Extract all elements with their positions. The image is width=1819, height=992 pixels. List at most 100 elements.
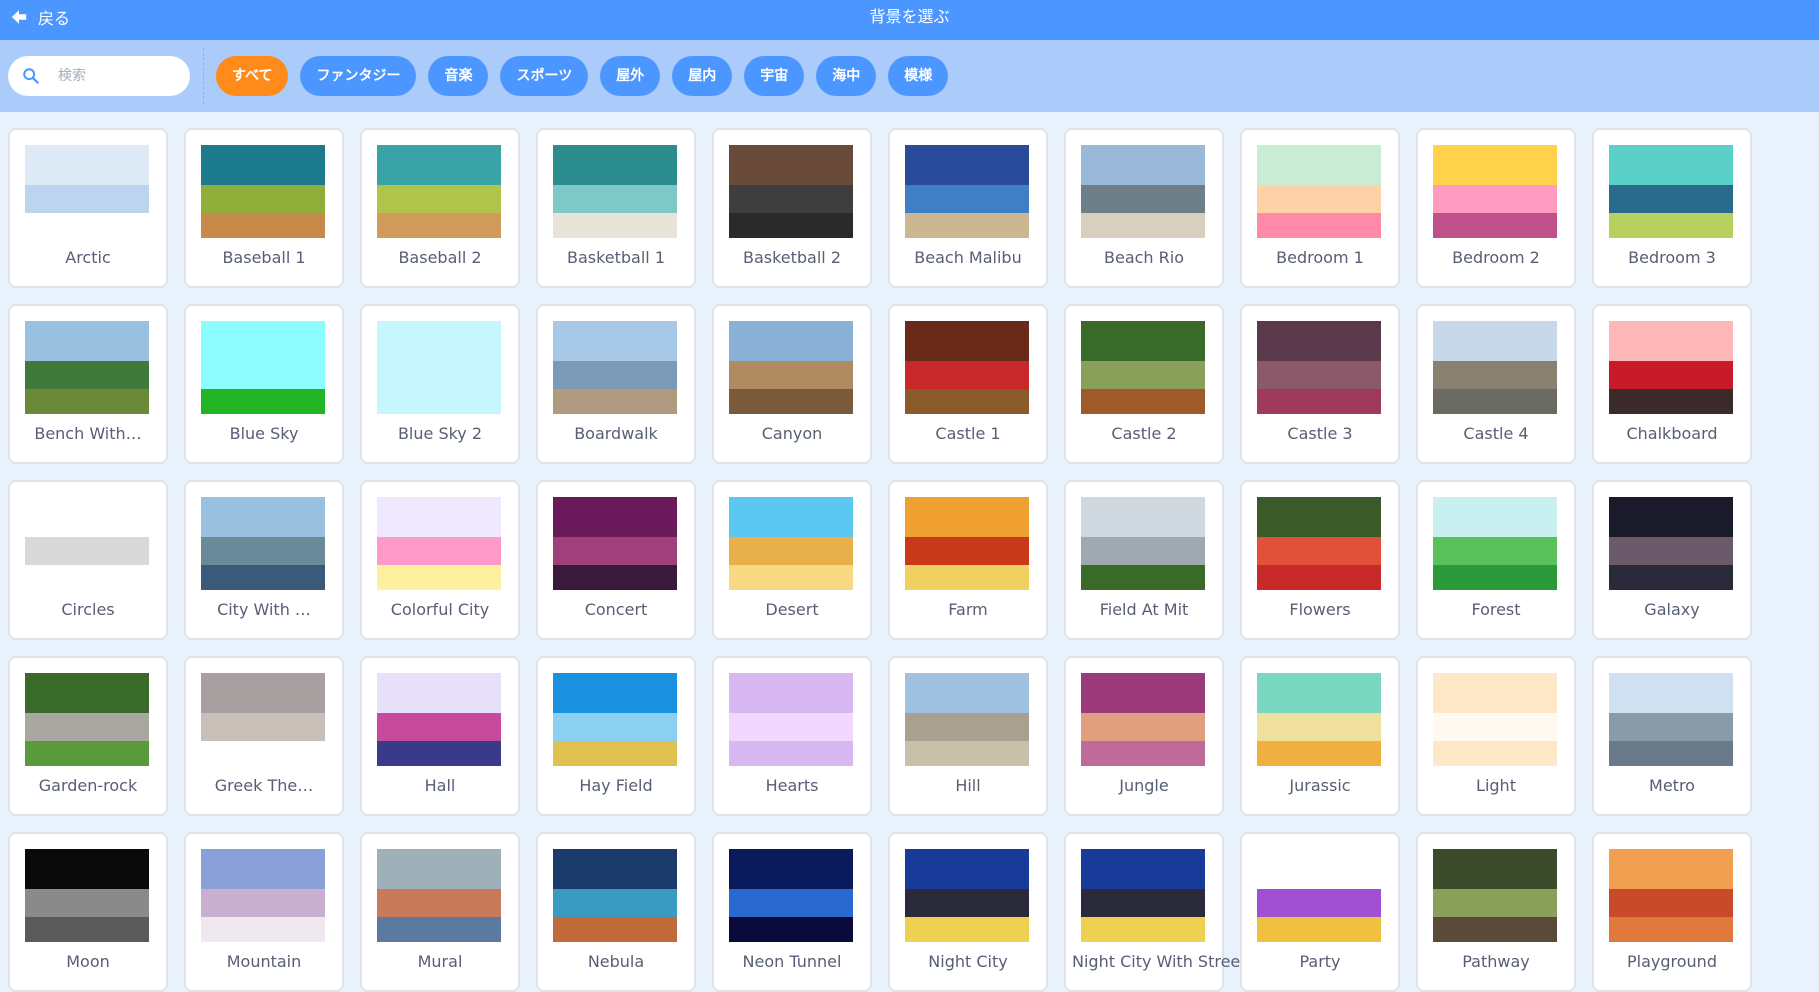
backdrop-name: Castle 1 (935, 424, 1001, 443)
backdrop-card[interactable]: Castle 3 (1240, 304, 1400, 464)
backdrop-name: City With … (217, 600, 311, 619)
tag-button[interactable]: スポーツ (500, 56, 589, 96)
backdrop-thumbnail (1433, 849, 1557, 942)
search-input[interactable] (58, 56, 182, 96)
tag-button[interactable]: 屋内 (672, 56, 733, 96)
backdrop-name: Hall (424, 776, 456, 795)
backdrop-card[interactable]: Hall (360, 656, 520, 816)
backdrop-card[interactable]: Chalkboard (1592, 304, 1752, 464)
backdrop-card[interactable]: Hill (888, 656, 1048, 816)
backdrop-name: Light (1476, 776, 1516, 795)
tag-button[interactable]: 模様 (888, 56, 949, 96)
backdrop-card[interactable]: Forest (1416, 480, 1576, 640)
backdrop-name: Night City (928, 952, 1008, 971)
backdrop-card[interactable]: Arctic (8, 128, 168, 288)
backdrop-card[interactable]: Hay Field (536, 656, 696, 816)
backdrop-thumbnail (1609, 849, 1733, 942)
backdrop-name: Hearts (765, 776, 819, 795)
backdrop-name: Night City With Street (1072, 952, 1247, 971)
search-box[interactable] (8, 56, 190, 96)
backdrop-card[interactable]: Night City With Street (1064, 832, 1247, 992)
backdrop-thumbnail (1257, 849, 1381, 942)
backdrop-thumbnail (553, 321, 677, 414)
backdrop-card[interactable]: Basketball 1 (536, 128, 696, 288)
backdrop-card[interactable]: Jurassic (1240, 656, 1400, 816)
backdrop-name: Boardwalk (574, 424, 658, 443)
backdrop-name: Garden-rock (38, 776, 138, 795)
backdrop-card[interactable]: Concert (536, 480, 696, 640)
backdrop-thumbnail (1257, 497, 1381, 590)
backdrop-card[interactable]: Baseball 2 (360, 128, 520, 288)
backdrop-card[interactable]: Bedroom 1 (1240, 128, 1400, 288)
backdrop-card[interactable]: Boardwalk (536, 304, 696, 464)
divider (203, 48, 204, 104)
backdrop-name: Colorful City (390, 600, 490, 619)
backdrop-card[interactable]: Neon Tunnel (712, 832, 872, 992)
backdrop-card[interactable]: Beach Malibu (888, 128, 1048, 288)
backdrop-card[interactable]: Metro (1592, 656, 1752, 816)
backdrop-card[interactable]: Playground (1592, 832, 1752, 992)
backdrop-name: Galaxy (1644, 600, 1700, 619)
backdrop-thumbnail (201, 673, 325, 766)
backdrop-card[interactable]: Castle 2 (1064, 304, 1224, 464)
backdrop-card[interactable]: Field At Mit (1064, 480, 1224, 640)
backdrop-thumbnail (905, 145, 1029, 238)
backdrop-thumbnail (1257, 673, 1381, 766)
backdrop-name: Bedroom 3 (1628, 248, 1716, 267)
backdrop-card[interactable]: Circles (8, 480, 168, 640)
backdrop-card[interactable]: Light (1416, 656, 1576, 816)
backdrop-card[interactable]: Mural (360, 832, 520, 992)
tag-button[interactable]: ファンタジー (300, 56, 417, 96)
tag-button[interactable]: 宇宙 (744, 56, 805, 96)
backdrop-thumbnail (729, 145, 853, 238)
backdrop-card[interactable]: Basketball 2 (712, 128, 872, 288)
tag-button[interactable]: 屋外 (600, 56, 661, 96)
backdrop-name: Baseball 1 (222, 248, 306, 267)
backdrop-name: Jurassic (1289, 776, 1351, 795)
backdrop-thumbnail (1609, 497, 1733, 590)
backdrop-thumbnail (553, 673, 677, 766)
backdrop-card[interactable]: Baseball 1 (184, 128, 344, 288)
backdrop-card[interactable]: Colorful City (360, 480, 520, 640)
backdrop-card[interactable]: Blue Sky 2 (360, 304, 520, 464)
backdrop-card[interactable]: Nebula (536, 832, 696, 992)
backdrop-card[interactable]: Garden-rock (8, 656, 168, 816)
backdrop-card[interactable]: Moon (8, 832, 168, 992)
tag-button[interactable]: すべて (216, 56, 289, 96)
backdrop-name: Chalkboard (1626, 424, 1718, 443)
backdrop-thumbnail (553, 497, 677, 590)
backdrop-name: Concert (584, 600, 648, 619)
backdrop-card[interactable]: Castle 1 (888, 304, 1048, 464)
tag-button[interactable]: 音楽 (428, 56, 489, 96)
backdrop-card[interactable]: Castle 4 (1416, 304, 1576, 464)
backdrop-card[interactable]: Night City (888, 832, 1048, 992)
backdrop-thumbnail (1609, 145, 1733, 238)
backdrop-card[interactable]: Bedroom 2 (1416, 128, 1576, 288)
backdrop-card[interactable]: Jungle (1064, 656, 1224, 816)
backdrop-card[interactable]: Blue Sky (184, 304, 344, 464)
backdrop-card[interactable]: Canyon (712, 304, 872, 464)
backdrop-card[interactable]: Hearts (712, 656, 872, 816)
backdrop-thumbnail (905, 673, 1029, 766)
backdrop-name: Bedroom 2 (1452, 248, 1540, 267)
backdrop-thumbnail (1433, 673, 1557, 766)
tag-button[interactable]: 海中 (816, 56, 877, 96)
backdrop-card[interactable]: Bedroom 3 (1592, 128, 1752, 288)
backdrop-card[interactable]: Desert (712, 480, 872, 640)
backdrop-card[interactable]: Party (1240, 832, 1400, 992)
backdrop-card[interactable]: Beach Rio (1064, 128, 1224, 288)
backdrop-card[interactable]: City With … (184, 480, 344, 640)
backdrop-card[interactable]: Bench With… (8, 304, 168, 464)
back-button[interactable]: 戻る (10, 0, 70, 34)
backdrop-thumbnail (553, 849, 677, 942)
backdrop-card[interactable]: Pathway (1416, 832, 1576, 992)
backdrop-thumbnail (25, 849, 149, 942)
backdrop-card[interactable]: Mountain (184, 832, 344, 992)
backdrop-card[interactable]: Flowers (1240, 480, 1400, 640)
backdrop-name: Beach Rio (1104, 248, 1184, 267)
backdrop-card[interactable]: Galaxy (1592, 480, 1752, 640)
backdrop-thumbnail (905, 321, 1029, 414)
backdrop-card[interactable]: Greek The… (184, 656, 344, 816)
backdrop-name: Hay Field (579, 776, 653, 795)
backdrop-card[interactable]: Farm (888, 480, 1048, 640)
